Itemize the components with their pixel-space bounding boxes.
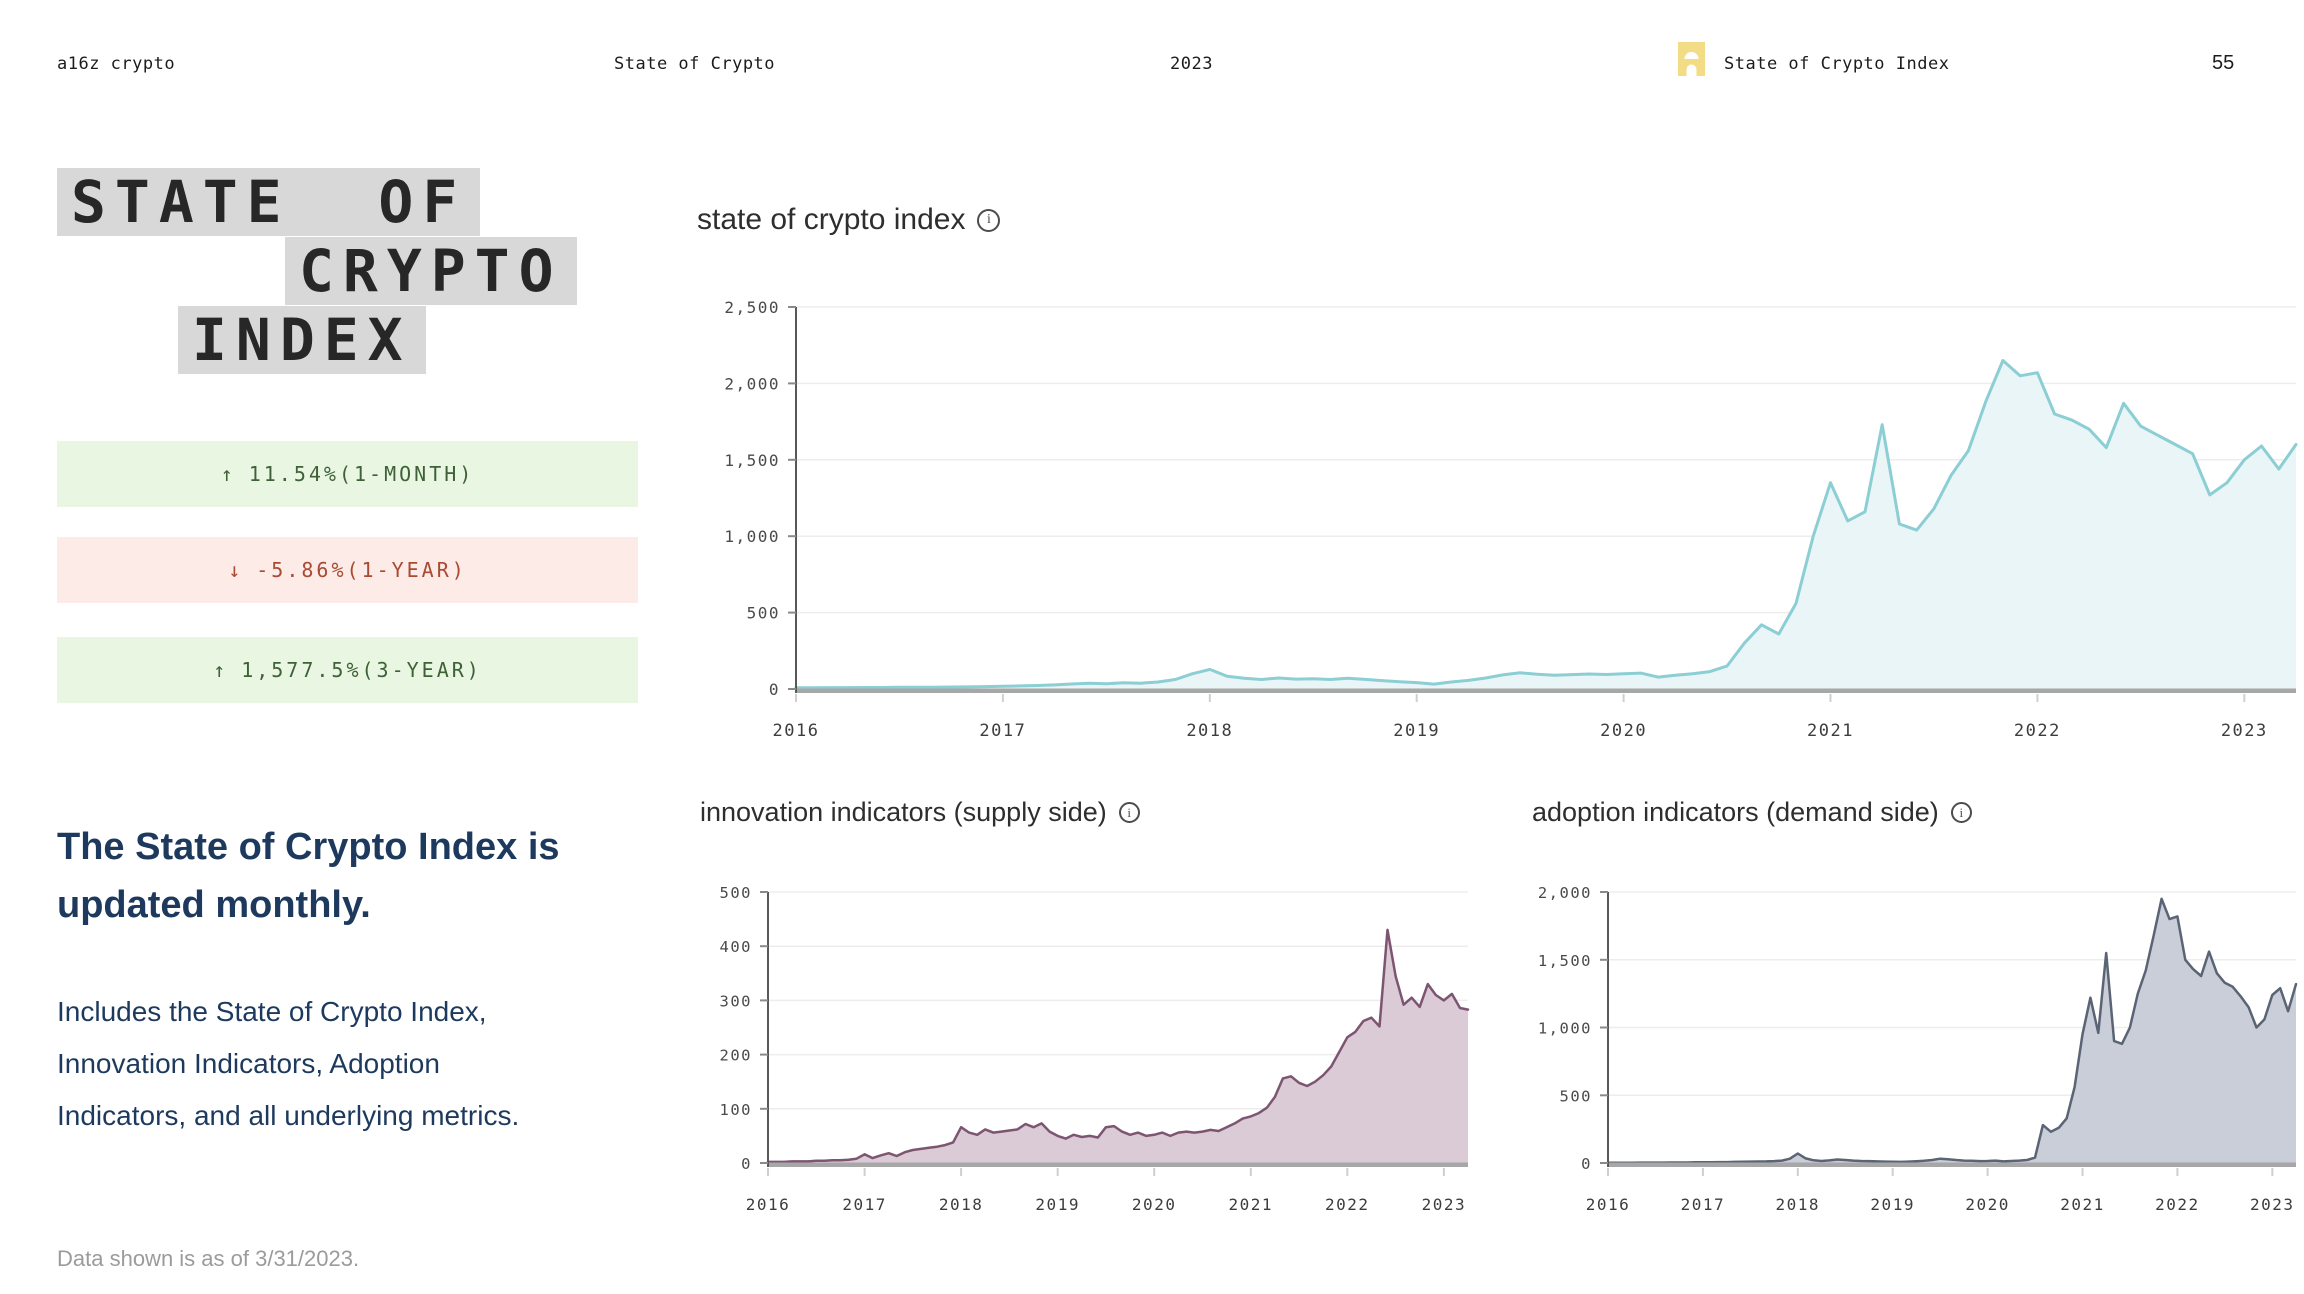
svg-text:2019: 2019 — [1035, 1195, 1080, 1213]
svg-text:0: 0 — [1581, 1155, 1592, 1173]
svg-text:2020: 2020 — [1600, 721, 1647, 741]
info-icon[interactable]: i — [1951, 802, 1972, 823]
description-heading: The State of Crypto Index is updated mon… — [57, 818, 597, 934]
adoption-chart-canvas: 0 500 1,000 1,500 2,000 2016 2017 2018 2019 2020 2… — [1500, 868, 2304, 1218]
svg-text:500: 500 — [747, 604, 780, 623]
svg-text:2022: 2022 — [2014, 721, 2061, 741]
adoption-chart-title: adoption indicators (demand side) i — [1532, 797, 1972, 828]
svg-text:1,500: 1,500 — [724, 451, 780, 470]
innovation-chart-canvas: 0 100 200 300 400 500 2016 2017 2018 2019 2020 2021… — [690, 868, 1500, 1218]
innovation-chart-title: innovation indicators (supply side) i — [700, 797, 1140, 828]
svg-text:2019: 2019 — [1870, 1195, 1915, 1213]
svg-text:2023: 2023 — [1422, 1195, 1467, 1213]
header-year: 2023 — [1170, 54, 1213, 74]
svg-text:2017: 2017 — [1681, 1195, 1726, 1213]
header-section-label: State of Crypto Index — [1724, 54, 1949, 74]
up-arrow-icon: ↑ — [221, 462, 233, 486]
stat-3-year-value: 1,577.5%(3-YEAR) — [241, 658, 482, 682]
svg-text:2023: 2023 — [2250, 1195, 2295, 1213]
innovation-chart-title-text: innovation indicators (supply side) — [700, 797, 1107, 828]
svg-text:2020: 2020 — [1132, 1195, 1177, 1213]
svg-text:1,000: 1,000 — [724, 527, 780, 546]
description-body-line: Includes the State of Crypto Index, — [57, 986, 677, 1038]
svg-text:100: 100 — [720, 1101, 753, 1119]
svg-text:2018: 2018 — [1186, 721, 1233, 741]
svg-text:1,000: 1,000 — [1538, 1020, 1592, 1038]
stat-1-year-value: -5.86%(1-YEAR) — [256, 558, 467, 582]
svg-text:2023: 2023 — [2221, 721, 2268, 741]
logo-line-2: CRYPTO — [285, 237, 577, 305]
svg-text:2018: 2018 — [939, 1195, 984, 1213]
index-chart-canvas: 0 500 1,000 1,500 2,000 2,500 2016 2017 2018 2019… — [700, 283, 2304, 758]
info-icon[interactable]: i — [977, 209, 1000, 232]
svg-text:2017: 2017 — [979, 721, 1026, 741]
svg-text:2019: 2019 — [1393, 721, 1440, 741]
svg-text:0: 0 — [769, 680, 780, 699]
svg-text:1,500: 1,500 — [1538, 952, 1592, 970]
svg-text:2017: 2017 — [842, 1195, 887, 1213]
svg-text:2,000: 2,000 — [724, 374, 780, 393]
description-body-line: Indicators, and all underlying metrics. — [57, 1090, 677, 1142]
svg-text:2016: 2016 — [1586, 1195, 1631, 1213]
svg-text:2022: 2022 — [2155, 1195, 2200, 1213]
stat-1-month-value: 11.54%(1-MONTH) — [249, 462, 475, 486]
description-body: Includes the State of Crypto Index, Inno… — [57, 986, 677, 1142]
svg-text:2022: 2022 — [1325, 1195, 1370, 1213]
down-arrow-icon: ↓ — [228, 558, 240, 582]
svg-text:200: 200 — [720, 1047, 753, 1065]
svg-text:500: 500 — [720, 884, 753, 902]
index-chart-title-text: state of crypto index — [697, 203, 965, 237]
svg-text:300: 300 — [720, 992, 753, 1010]
header-report-title: State of Crypto — [614, 54, 775, 74]
svg-text:500: 500 — [1560, 1087, 1593, 1105]
data-as-of-note: Data shown is as of 3/31/2023. — [57, 1246, 359, 1272]
svg-text:2018: 2018 — [1776, 1195, 1821, 1213]
svg-text:400: 400 — [720, 938, 753, 956]
stat-badge-3-year: ↑ 1,577.5%(3-YEAR) — [57, 637, 638, 703]
svg-text:2021: 2021 — [1229, 1195, 1274, 1213]
adoption-chart-title-text: adoption indicators (demand side) — [1532, 797, 1939, 828]
svg-text:2016: 2016 — [746, 1195, 791, 1213]
info-icon[interactable]: i — [1119, 802, 1140, 823]
description-body-line: Innovation Indicators, Adoption — [57, 1038, 677, 1090]
svg-text:2,000: 2,000 — [1538, 884, 1592, 902]
svg-text:2,500: 2,500 — [724, 298, 780, 317]
svg-text:0: 0 — [741, 1155, 752, 1173]
svg-text:2021: 2021 — [2060, 1195, 2105, 1213]
stat-badge-1-month: ↑ 11.54%(1-MONTH) — [57, 441, 638, 507]
page-number: 55 — [2212, 52, 2234, 75]
bookmark-icon — [1678, 42, 1705, 76]
header-brand: a16z crypto — [57, 54, 175, 74]
svg-text:2016: 2016 — [773, 721, 820, 741]
logo-line-1: STATE OF — [57, 168, 480, 236]
svg-text:2021: 2021 — [1807, 721, 1854, 741]
logo-line-3: INDEX — [178, 306, 426, 374]
index-chart-title: state of crypto index i — [697, 203, 1000, 237]
up-arrow-icon: ↑ — [213, 658, 225, 682]
svg-text:2020: 2020 — [1965, 1195, 2010, 1213]
stat-badge-1-year: ↓ -5.86%(1-YEAR) — [57, 537, 638, 603]
